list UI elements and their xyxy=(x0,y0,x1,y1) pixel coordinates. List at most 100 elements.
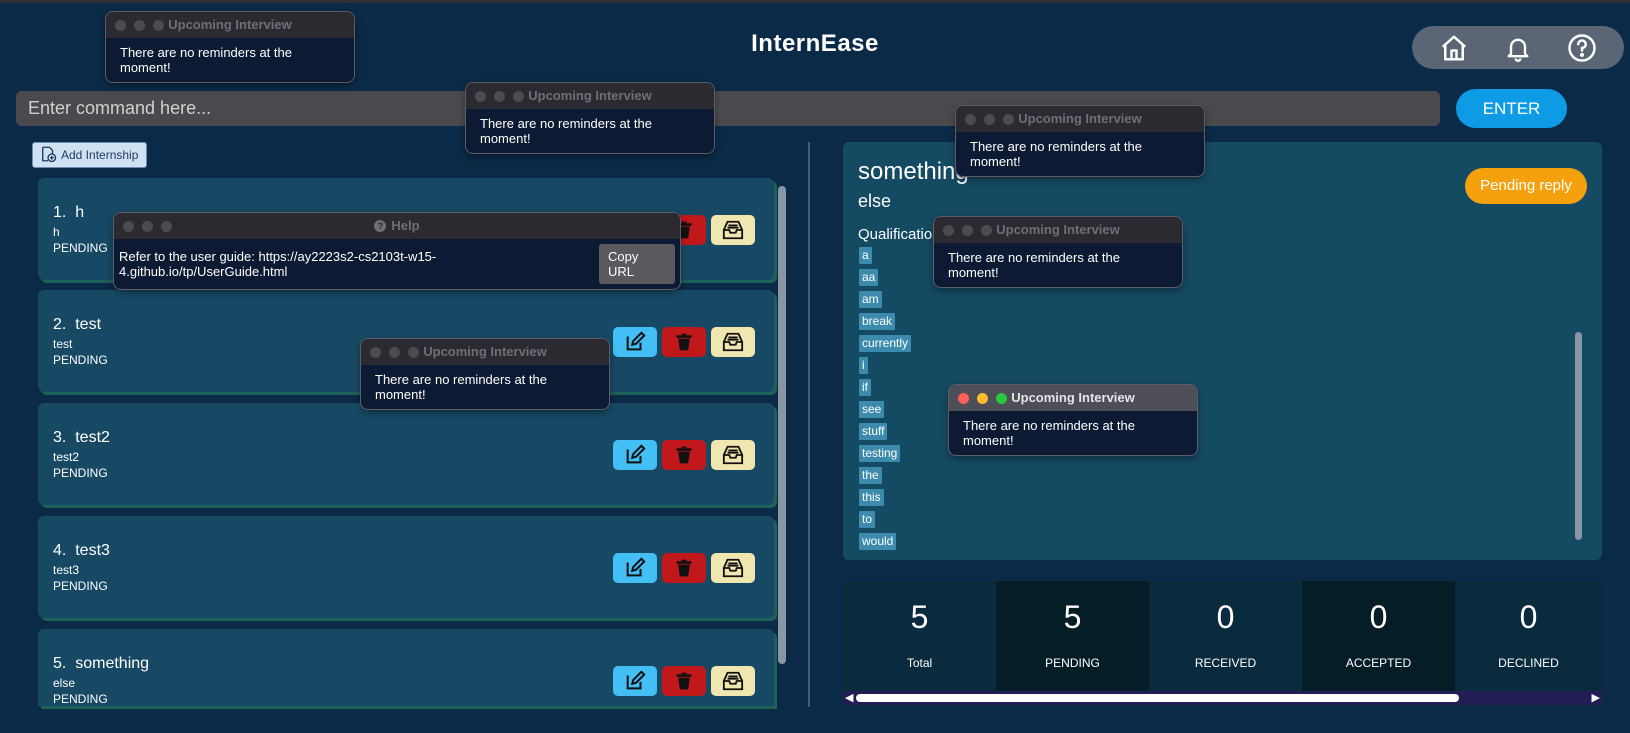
tag: am xyxy=(859,291,882,308)
window-titlebar[interactable]: Upcoming Interview xyxy=(956,106,1204,132)
edit-button[interactable] xyxy=(613,440,657,470)
window-title: Upcoming Interview xyxy=(996,222,1120,237)
archive-button[interactable] xyxy=(711,440,755,470)
reminder-window-active[interactable]: Upcoming Interview There are no reminder… xyxy=(949,385,1197,455)
stats-horizontal-scrollbar[interactable]: ◀ ▶ xyxy=(843,691,1602,705)
edit-icon xyxy=(626,670,646,690)
stat-value: 0 xyxy=(1519,599,1538,635)
add-internship-button[interactable]: Add Internship xyxy=(32,142,148,168)
internship-card[interactable]: 5. something else PENDING xyxy=(38,629,774,706)
window-titlebar[interactable]: Upcoming Interview xyxy=(466,83,714,109)
tag: would xyxy=(859,533,897,550)
qualification-tags: a aa am break currently i if see stuff t… xyxy=(859,247,912,555)
reminder-message: There are no reminders at the moment! xyxy=(120,45,292,75)
archive-button[interactable] xyxy=(711,327,755,357)
card-status: PENDING xyxy=(53,241,108,255)
panel-divider xyxy=(808,142,810,707)
help-icon[interactable] xyxy=(1565,31,1599,65)
question-icon: ? xyxy=(374,220,387,232)
enter-button[interactable]: ENTER xyxy=(1456,89,1567,128)
archive-button[interactable] xyxy=(711,666,755,696)
delete-button[interactable] xyxy=(662,440,706,470)
edit-button[interactable] xyxy=(613,553,657,583)
stat-label: RECEIVED xyxy=(1194,656,1257,670)
home-icon[interactable] xyxy=(1437,31,1471,65)
detail-scrollbar[interactable] xyxy=(1575,332,1582,540)
delete-button[interactable] xyxy=(662,553,706,583)
stats-bar: 5 Total 5 PENDING 0 RECEIVED 0 ACCEPTED … xyxy=(843,581,1602,691)
card-subtitle: test2 xyxy=(53,450,80,464)
edit-icon xyxy=(626,444,646,464)
card-title: 5. something xyxy=(53,655,150,672)
delete-button[interactable] xyxy=(662,666,706,696)
reminder-window[interactable]: Upcoming Interview There are no reminder… xyxy=(106,12,354,82)
reminder-message: There are no reminders at the moment! xyxy=(480,116,652,146)
tag: see xyxy=(859,401,885,418)
reminder-message: There are no reminders at the moment! xyxy=(963,418,1135,448)
edit-button[interactable] xyxy=(613,327,657,357)
window-titlebar[interactable]: Upcoming Interview xyxy=(106,12,354,38)
archive-icon xyxy=(722,671,744,691)
add-internship-label: Add Internship xyxy=(61,148,139,162)
card-title: 2. test xyxy=(53,316,102,333)
detail-panel: something else Pending reply Qualificati… xyxy=(843,142,1602,560)
window-titlebar[interactable]: Upcoming Interview xyxy=(361,339,609,365)
card-status: PENDING xyxy=(53,353,108,367)
internship-card[interactable]: 3. test2 test2 PENDING xyxy=(38,403,774,505)
window-title: Upcoming Interview xyxy=(168,17,292,32)
trash-icon xyxy=(676,446,692,464)
window-title: Upcoming Interview xyxy=(528,88,652,103)
stat-received: 0 RECEIVED xyxy=(1149,581,1302,691)
reminder-window[interactable]: Upcoming Interview There are no reminder… xyxy=(361,339,609,409)
reminder-window[interactable]: Upcoming Interview There are no reminder… xyxy=(934,217,1182,287)
stat-accepted: 0 ACCEPTED xyxy=(1302,581,1455,691)
help-text: Refer to the user guide: https://ay2223s… xyxy=(119,249,437,279)
card-title: 1. h xyxy=(53,204,85,221)
delete-button[interactable] xyxy=(662,327,706,357)
status-badge: Pending reply xyxy=(1465,168,1587,204)
edit-button[interactable] xyxy=(613,666,657,696)
tag: currently xyxy=(859,335,912,352)
reminder-window[interactable]: Upcoming Interview There are no reminder… xyxy=(466,83,714,153)
bell-icon[interactable] xyxy=(1501,31,1535,65)
reminder-message: There are no reminders at the moment! xyxy=(948,250,1120,280)
internship-card[interactable]: 4. test3 test3 PENDING xyxy=(38,516,774,618)
window-titlebar[interactable]: Upcoming Interview xyxy=(934,217,1182,243)
edit-icon xyxy=(626,331,646,351)
window-titlebar[interactable]: Upcoming Interview xyxy=(949,385,1197,411)
reminder-window[interactable]: Upcoming Interview There are no reminder… xyxy=(956,106,1204,176)
trash-icon xyxy=(676,333,692,351)
nav-bar xyxy=(1412,26,1624,69)
archive-icon xyxy=(722,220,744,240)
tag: aa xyxy=(859,269,879,286)
stat-value: 5 xyxy=(1063,599,1082,635)
stat-pending: 5 PENDING xyxy=(996,581,1149,691)
stat-label: ACCEPTED xyxy=(1345,656,1412,670)
stat-value: 5 xyxy=(910,599,929,635)
add-document-icon xyxy=(39,145,57,166)
window-title: Upcoming Interview xyxy=(1018,111,1142,126)
tag: this xyxy=(859,489,884,506)
tag: to xyxy=(859,511,876,528)
window-title: Upcoming Interview xyxy=(1011,390,1135,405)
card-subtitle: test xyxy=(53,337,73,351)
command-input[interactable]: Enter command here... xyxy=(16,91,1440,126)
tag: i xyxy=(859,357,868,374)
scroll-left-icon[interactable]: ◀ xyxy=(845,691,853,705)
card-title: 4. test3 xyxy=(53,542,110,559)
copy-url-button[interactable]: Copy URL xyxy=(598,244,675,284)
tag: a xyxy=(859,247,872,264)
tag: the xyxy=(859,467,882,484)
list-scrollbar[interactable] xyxy=(778,186,786,664)
archive-button[interactable] xyxy=(711,553,755,583)
card-status: PENDING xyxy=(53,466,108,480)
window-top-border xyxy=(0,0,1630,3)
tag: break xyxy=(859,313,896,330)
archive-button[interactable] xyxy=(711,215,755,245)
window-titlebar[interactable]: ? Help xyxy=(114,213,680,239)
scroll-right-icon[interactable]: ▶ xyxy=(1592,691,1600,705)
card-subtitle: h xyxy=(53,225,60,239)
scrollbar-thumb[interactable] xyxy=(856,694,1459,702)
tag: stuff xyxy=(859,423,888,440)
help-window[interactable]: ? Help Refer to the user guide: https://a… xyxy=(114,213,680,289)
